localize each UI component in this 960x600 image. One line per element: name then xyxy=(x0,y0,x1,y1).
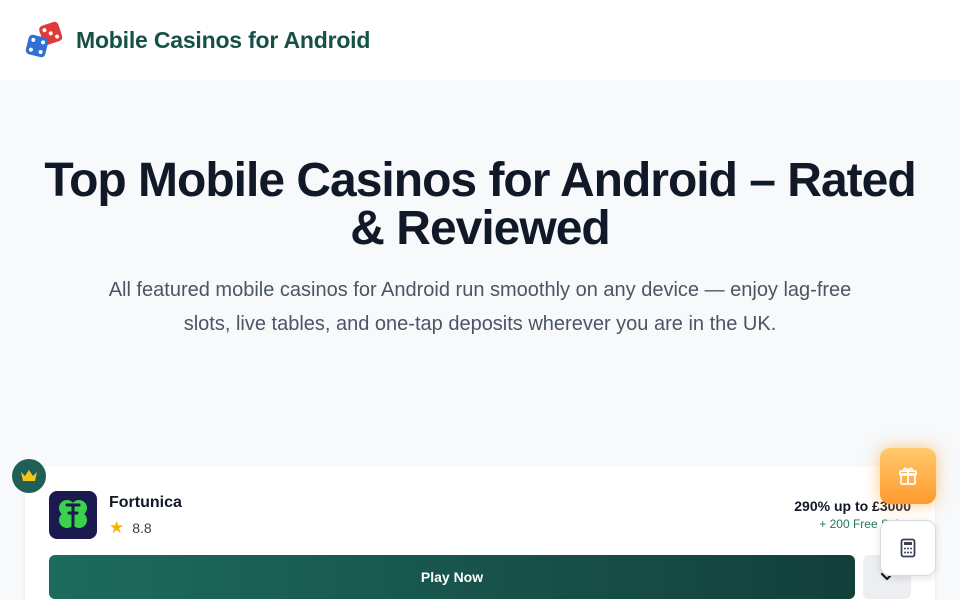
site-title[interactable]: Mobile Casinos for Android xyxy=(76,27,370,54)
calculator-icon xyxy=(900,538,916,558)
casino-name: Fortunica xyxy=(109,494,182,511)
calculator-button[interactable] xyxy=(880,520,936,576)
hero-section: Top Mobile Casinos for Android – Rated &… xyxy=(0,80,960,400)
page-title: Top Mobile Casinos for Android – Rated &… xyxy=(44,154,916,255)
gift-button[interactable] xyxy=(880,448,936,504)
page-subtitle: All featured mobile casinos for Android … xyxy=(108,279,852,335)
play-now-button[interactable]: Play Now xyxy=(49,555,855,599)
casino-card: Fortunica ★ 8.8 290% up to £3000 + 200 F… xyxy=(25,466,935,600)
fortunica-logo[interactable] xyxy=(49,491,97,539)
rating: ★ 8.8 xyxy=(109,518,152,537)
dice-icon[interactable] xyxy=(24,20,64,60)
rating-value: 8.8 xyxy=(132,520,152,536)
gift-icon xyxy=(899,467,917,485)
star-icon: ★ xyxy=(109,518,125,537)
crown-icon xyxy=(12,459,46,493)
site-header: Mobile Casinos for Android xyxy=(0,0,960,80)
